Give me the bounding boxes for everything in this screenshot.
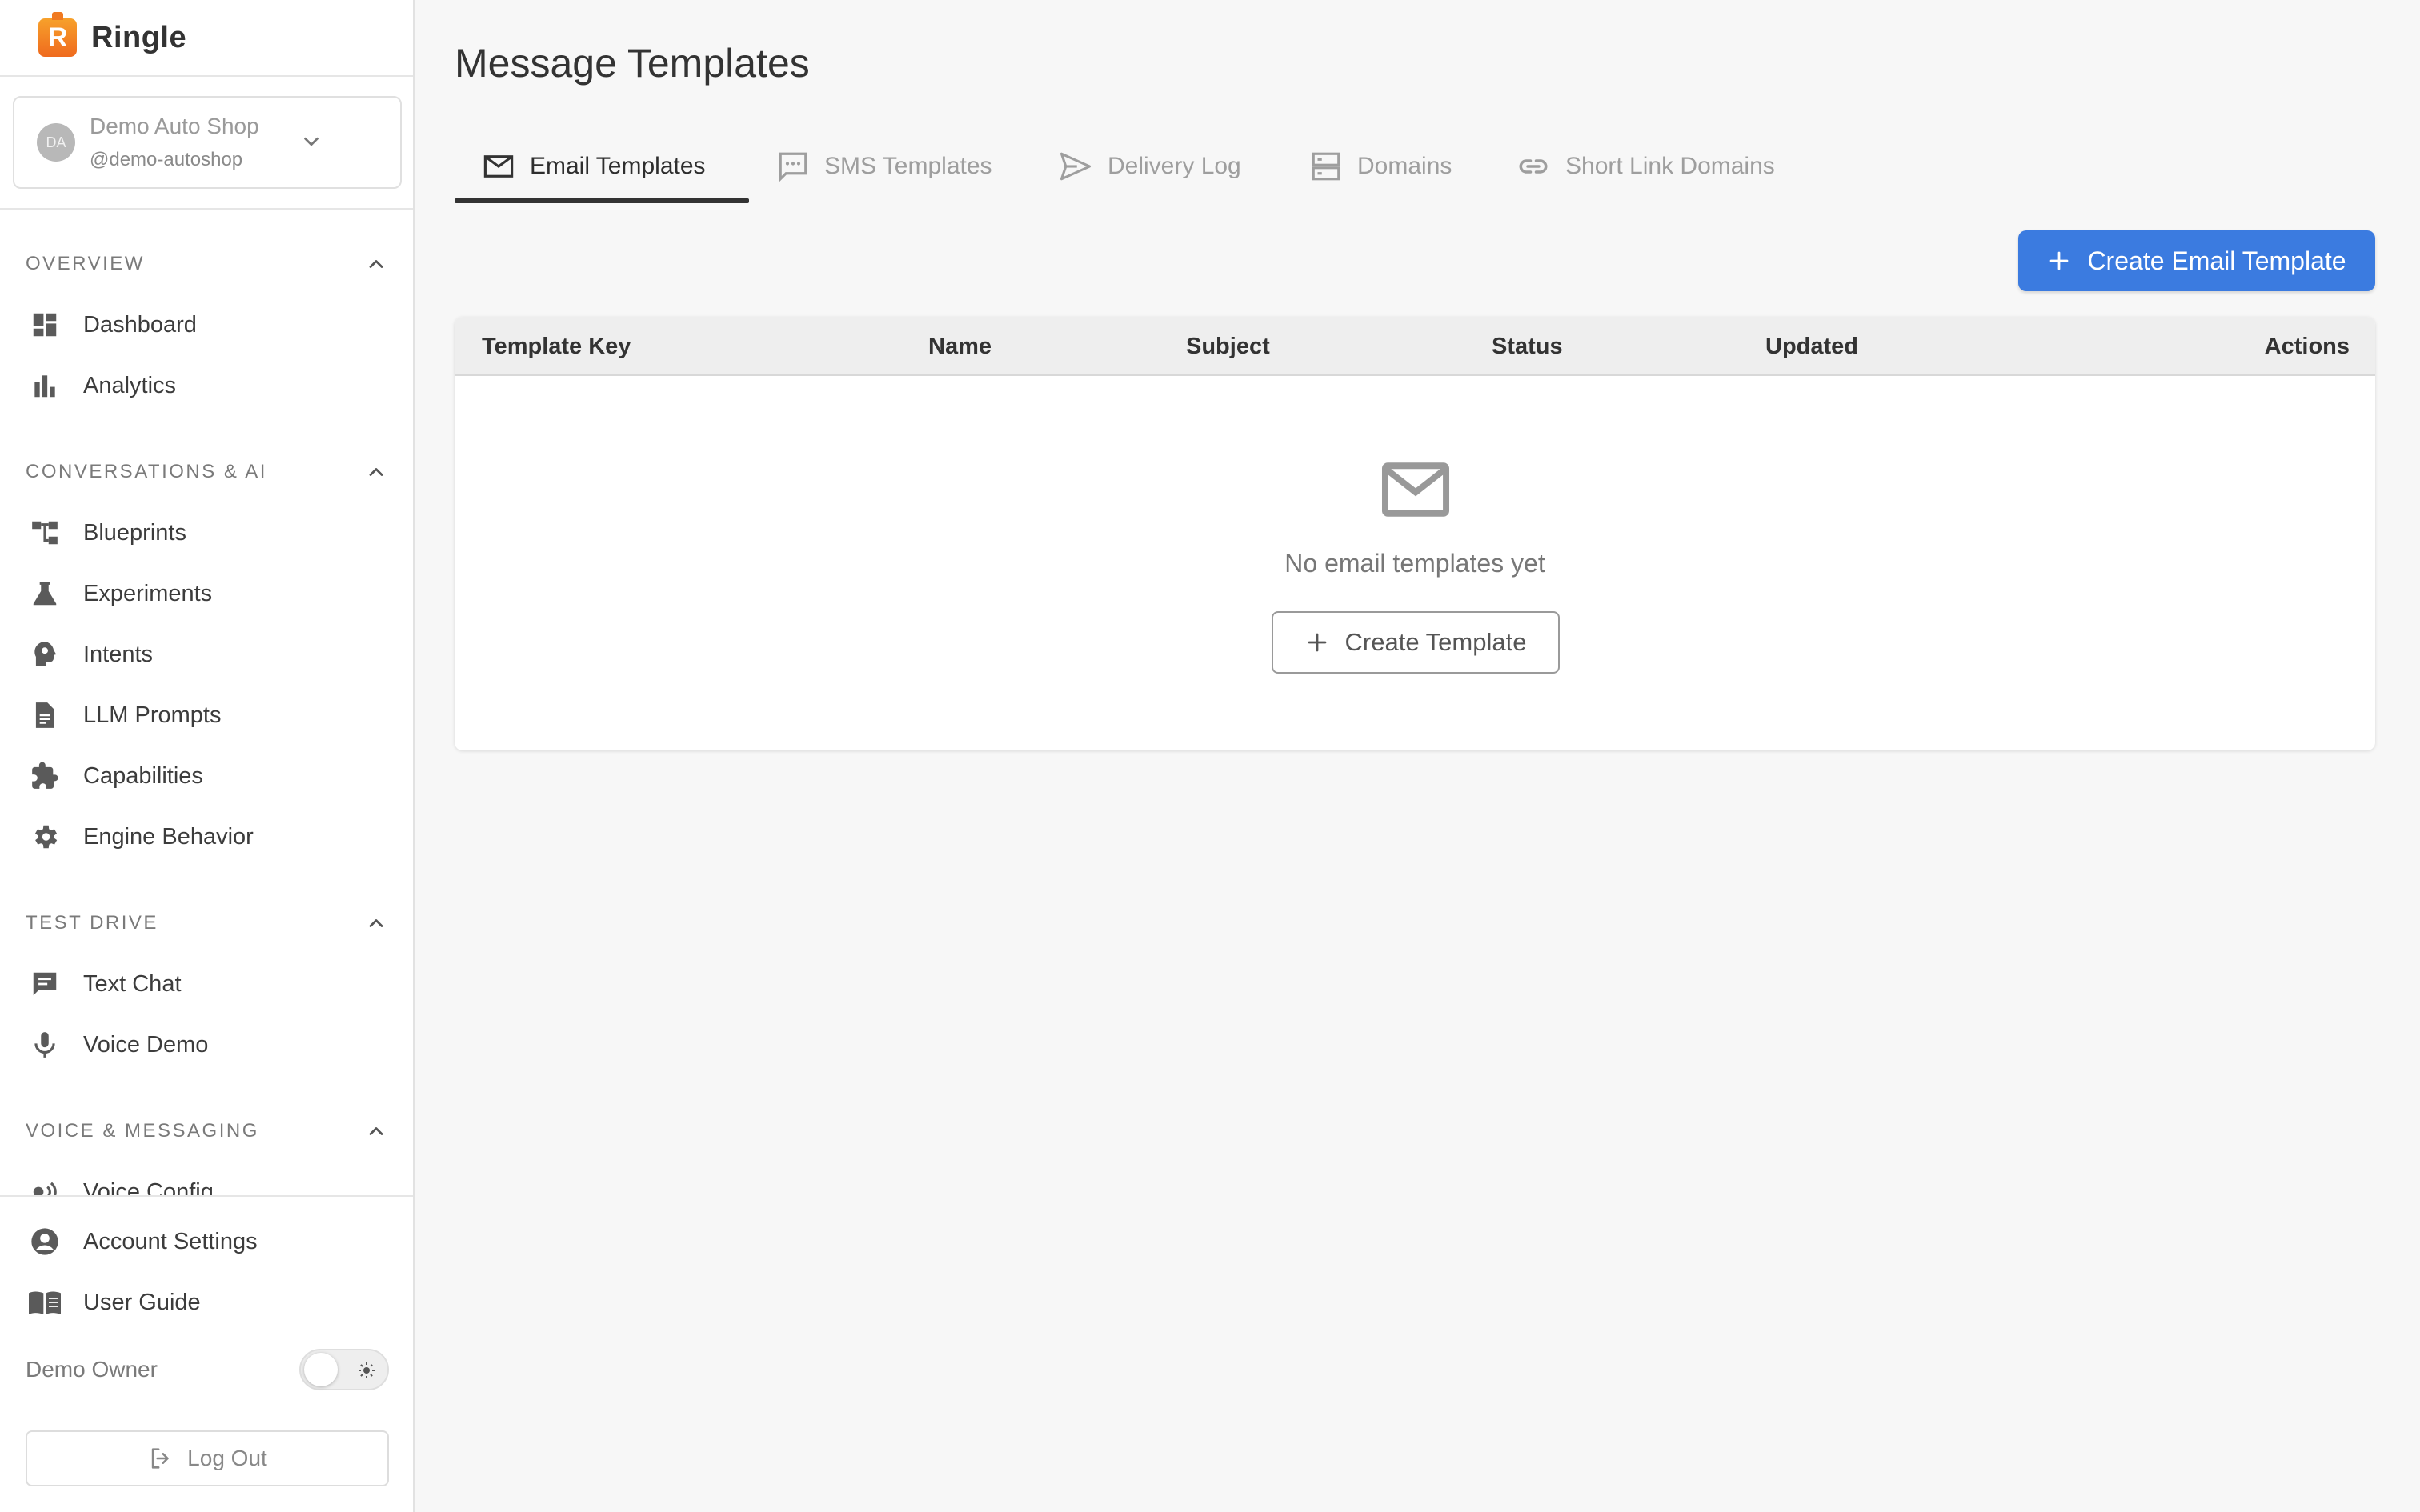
sidebar-item-analytics[interactable]: Analytics	[26, 362, 387, 410]
ringle-logo: R	[38, 12, 77, 57]
logout-icon	[151, 1448, 169, 1469]
account-switcher[interactable]: DA Demo Auto Shop @demo-autoshop	[13, 96, 402, 189]
section-overview[interactable]: OVERVIEW	[26, 248, 387, 280]
tab-delivery-log[interactable]: Delivery Log	[1058, 128, 1241, 205]
document-icon	[26, 696, 64, 734]
brand-name: Ringle	[91, 20, 187, 54]
mail-icon	[1381, 458, 1450, 526]
section-test-drive[interactable]: TEST DRIVE	[26, 907, 387, 939]
sidebar-item-engine-behavior[interactable]: Engine Behavior	[26, 813, 387, 861]
create-email-template-button[interactable]: Create Email Template	[2018, 230, 2375, 291]
tab-sms-templates[interactable]: SMS Templates	[776, 128, 992, 205]
avatar: DA	[37, 123, 75, 162]
bar-chart-icon	[26, 366, 64, 405]
sidebar-item-capabilities[interactable]: Capabilities	[26, 752, 387, 800]
account-handle: @demo-autoshop	[90, 149, 243, 170]
column-status[interactable]: Status	[1492, 317, 1563, 376]
speaker-icon	[26, 1173, 64, 1195]
sidebar-item-llm-prompts[interactable]: LLM Prompts	[26, 691, 387, 739]
sidebar-item-account-settings[interactable]: Account Settings	[26, 1218, 387, 1266]
divider	[0, 1195, 413, 1197]
nav-list[interactable]: OVERVIEW Dashboard Analytics CONVERSATIO…	[0, 210, 413, 1195]
column-actions: Actions	[2264, 334, 2350, 359]
sidebar-item-blueprints[interactable]: Blueprints	[26, 509, 387, 557]
brain-icon	[26, 635, 64, 674]
tab-email-templates[interactable]: Email Templates	[482, 128, 706, 205]
link-icon	[1519, 159, 1548, 174]
tab-bar: Email Templates SMS Templates Delivery L…	[455, 128, 2375, 205]
brand-header[interactable]: R Ringle	[0, 0, 413, 77]
dashboard-icon	[26, 306, 64, 344]
tree-icon	[26, 514, 64, 552]
tab-short-link-domains[interactable]: Short Link Domains	[1516, 128, 1775, 205]
templates-table: Template Key Name Subject Status Updated…	[455, 317, 2375, 750]
sidebar-item-user-guide[interactable]: User Guide	[26, 1278, 387, 1326]
gear-icon	[26, 818, 64, 856]
microphone-icon	[26, 1026, 64, 1064]
column-subject[interactable]: Subject	[1186, 317, 1270, 376]
tab-domains[interactable]: Domains	[1309, 128, 1452, 205]
sidebar-item-voice-config[interactable]: Voice Config	[26, 1168, 387, 1195]
theme-toggle[interactable]	[299, 1349, 389, 1390]
section-conversations-ai[interactable]: CONVERSATIONS & AI	[26, 456, 387, 488]
chevron-up-icon	[369, 1127, 383, 1135]
sidebar-item-intents[interactable]: Intents	[26, 630, 387, 678]
sidebar-item-text-chat[interactable]: Text Chat	[26, 960, 387, 1008]
account-circle-icon	[26, 1222, 64, 1261]
chevron-up-icon	[369, 260, 383, 268]
sidebar-item-dashboard[interactable]: Dashboard	[26, 301, 387, 349]
column-name[interactable]: Name	[928, 317, 992, 376]
empty-state-text: No email templates yet	[1284, 549, 1545, 578]
sidebar: R Ringle DA Demo Auto Shop @demo-autosho…	[0, 0, 415, 1512]
chevron-down-icon	[299, 130, 323, 158]
logout-button[interactable]: Log Out	[26, 1430, 389, 1486]
table-header: Template Key Name Subject Status Updated…	[455, 317, 2375, 376]
plus-icon	[1308, 633, 1326, 652]
column-updated[interactable]: Updated	[1765, 317, 1858, 376]
chevron-up-icon	[369, 919, 383, 927]
section-voice-messaging[interactable]: VOICE & MESSAGING	[26, 1115, 387, 1147]
chevron-up-icon	[369, 468, 383, 476]
book-icon	[26, 1283, 64, 1322]
server-icon	[1312, 152, 1340, 181]
sidebar-item-experiments[interactable]: Experiments	[26, 570, 387, 618]
user-name: Demo Owner	[26, 1357, 158, 1382]
sms-icon	[779, 152, 807, 182]
puzzle-icon	[26, 757, 64, 795]
send-icon	[1060, 152, 1092, 181]
sun-icon	[357, 1361, 376, 1384]
sidebar-item-voice-demo[interactable]: Voice Demo	[26, 1021, 387, 1069]
create-template-button[interactable]: Create Template	[1272, 611, 1560, 674]
flask-icon	[26, 574, 64, 613]
page-title: Message Templates	[455, 41, 810, 86]
account-name: Demo Auto Shop	[90, 114, 259, 138]
toggle-knob	[304, 1353, 338, 1386]
column-template-key[interactable]: Template Key	[482, 317, 631, 376]
mail-icon	[483, 155, 514, 178]
chat-icon	[26, 965, 64, 1003]
active-tab-indicator	[455, 198, 749, 203]
plus-icon	[2050, 251, 2069, 270]
user-row: Demo Owner	[26, 1346, 389, 1394]
